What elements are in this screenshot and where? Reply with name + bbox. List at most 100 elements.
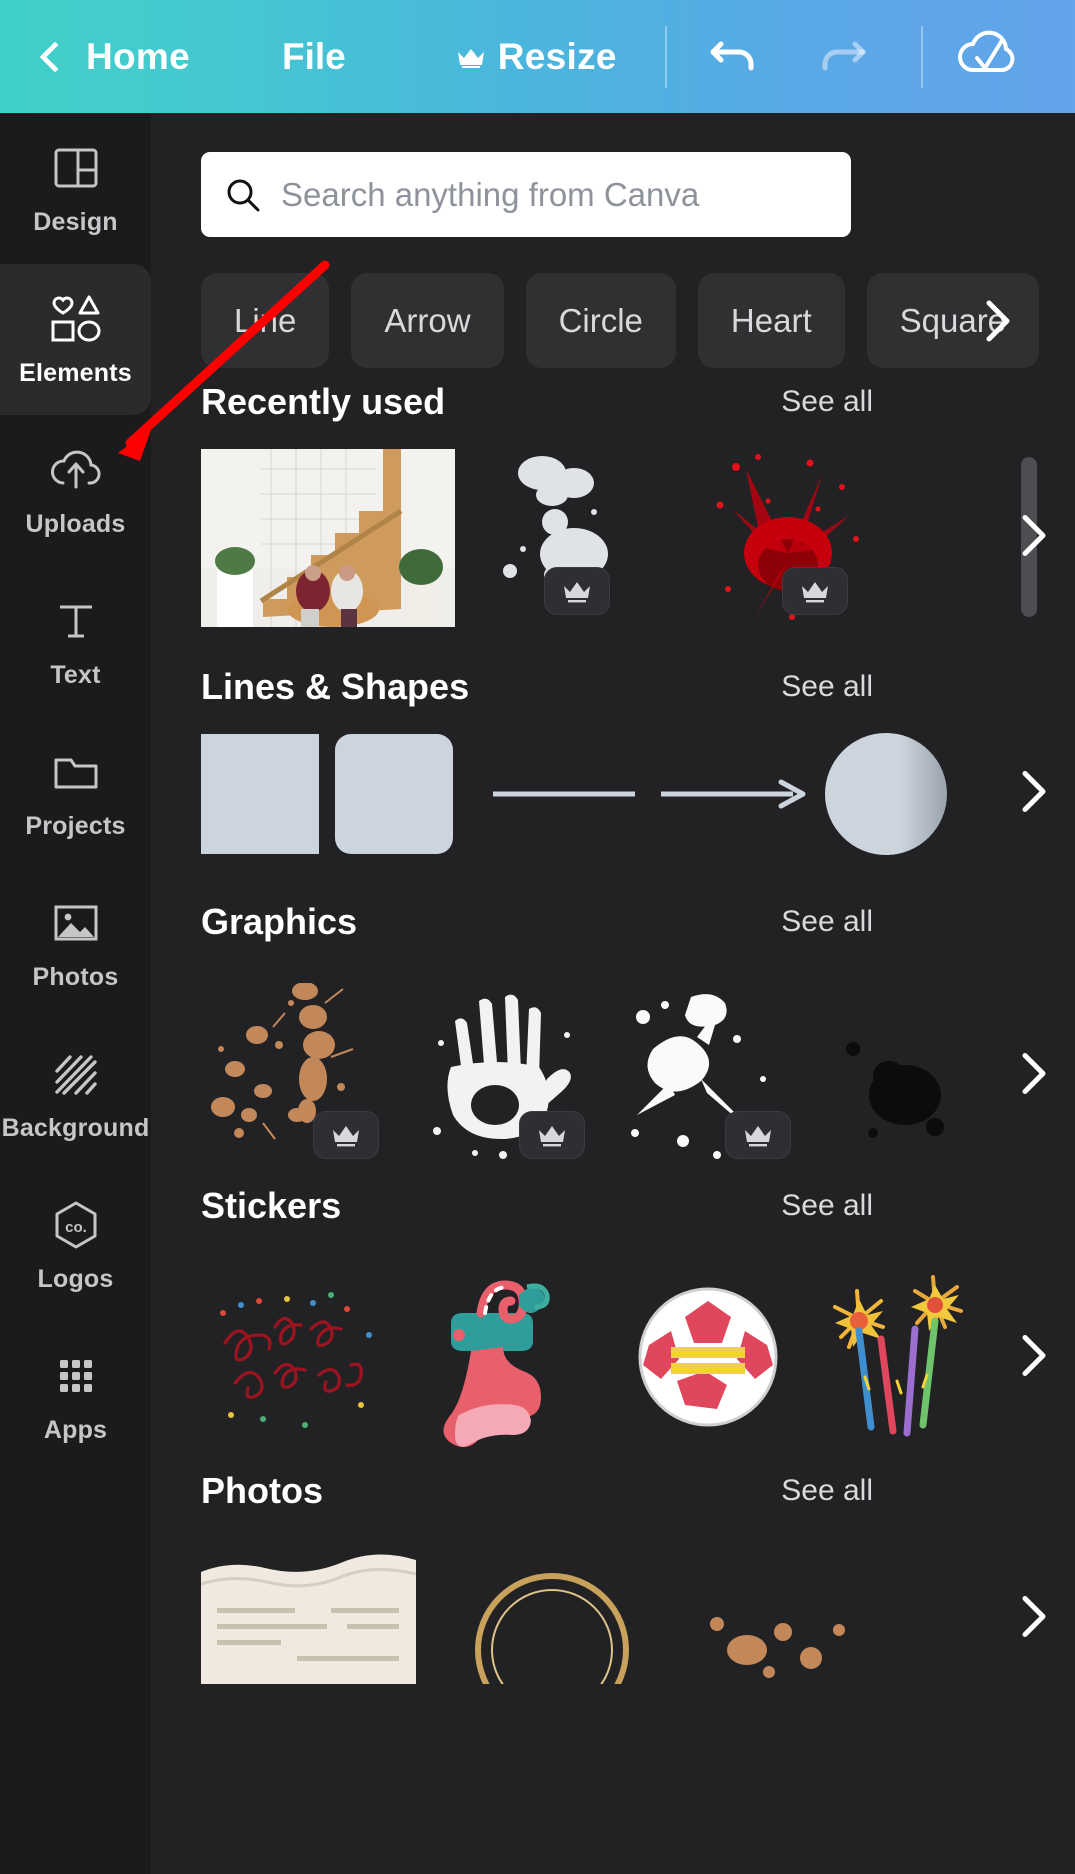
grid-dots-icon bbox=[54, 1348, 98, 1404]
section-stickers: Stickers See all bbox=[201, 1185, 1075, 1450]
quick-filter-chips: Line Arrow Circle Heart Square bbox=[201, 273, 1075, 368]
section-title: Stickers bbox=[201, 1185, 342, 1226]
sidebar-label-logos: Logos bbox=[37, 1265, 114, 1293]
chevron-right-icon bbox=[1022, 1052, 1046, 1094]
chevron-right-icon bbox=[1022, 771, 1046, 812]
file-menu-button[interactable]: File bbox=[282, 36, 346, 78]
sidebar-item-design[interactable]: Design bbox=[0, 113, 151, 264]
see-all-link-photos[interactable]: See all bbox=[781, 1474, 873, 1508]
chip-line[interactable]: Line bbox=[201, 273, 330, 368]
carousel-next-recently-used[interactable] bbox=[1015, 513, 1051, 564]
sidebar-item-text[interactable]: Text bbox=[0, 566, 151, 717]
chips-next-button[interactable] bbox=[977, 297, 1017, 350]
element-torn-paper-photo[interactable] bbox=[200, 1554, 417, 1684]
sidebar-item-uploads[interactable]: Uploads bbox=[0, 415, 151, 566]
premium-badge bbox=[544, 567, 610, 615]
element-white-handprint[interactable] bbox=[407, 983, 597, 1168]
sidebar-label-projects: Projects bbox=[25, 812, 126, 840]
section-title: Recently used bbox=[201, 381, 446, 422]
left-sidebar: Design Elements Uploads Text Projects Ph… bbox=[0, 113, 151, 1874]
chip-circle[interactable]: Circle bbox=[525, 273, 676, 368]
carousel-graphics[interactable] bbox=[201, 982, 1075, 1168]
element-splatter-photo[interactable] bbox=[687, 1554, 902, 1684]
see-all-link-recently-used[interactable]: See all bbox=[781, 385, 873, 419]
element-circle-shape[interactable] bbox=[825, 733, 947, 855]
section-header: Lines & Shapes See all bbox=[201, 666, 873, 708]
search-icon bbox=[227, 179, 260, 211]
carousel-next-photos[interactable] bbox=[1015, 1594, 1051, 1645]
sidebar-item-elements[interactable]: Elements bbox=[0, 264, 151, 415]
section-header: Photos See all bbox=[201, 1470, 873, 1512]
see-all-link-stickers[interactable]: See all bbox=[781, 1189, 873, 1223]
element-red-blood-splatter[interactable] bbox=[692, 449, 882, 627]
home-label: Home bbox=[86, 35, 190, 77]
section-header: Recently used See all bbox=[201, 381, 873, 423]
see-all-link-lines-shapes[interactable]: See all bbox=[781, 670, 873, 704]
hexagon-co-icon: co. bbox=[50, 1197, 102, 1253]
see-all-link-graphics[interactable]: See all bbox=[781, 905, 873, 939]
element-white-paint-splash[interactable] bbox=[613, 983, 803, 1168]
toolbar-divider bbox=[664, 25, 667, 88]
carousel-recently-used[interactable] bbox=[201, 449, 1075, 627]
element-fireworks[interactable] bbox=[819, 1265, 979, 1450]
element-tan-paint-splatter[interactable] bbox=[201, 982, 391, 1168]
search-input[interactable]: Search anything from Canva bbox=[201, 152, 851, 237]
element-square-shape[interactable] bbox=[201, 734, 319, 854]
redo-icon bbox=[822, 41, 866, 71]
cloud-upload-icon bbox=[49, 442, 103, 498]
sidebar-item-projects[interactable]: Projects bbox=[0, 717, 151, 868]
top-toolbar: Home File Resize bbox=[0, 0, 1075, 113]
home-button[interactable]: Home bbox=[39, 35, 190, 78]
chip-heart[interactable]: Heart bbox=[697, 273, 845, 368]
carousel-photos[interactable] bbox=[200, 1554, 1075, 1727]
svg-text:co.: co. bbox=[65, 1219, 87, 1236]
sidebar-item-photos[interactable]: Photos bbox=[0, 868, 151, 1019]
sidebar-item-apps[interactable]: Apps bbox=[0, 1321, 151, 1472]
shapes-icon bbox=[48, 291, 104, 347]
carousel-lines-shapes[interactable] bbox=[201, 733, 1075, 855]
element-christmas-stocking[interactable] bbox=[407, 1265, 597, 1450]
undo-button[interactable] bbox=[707, 28, 763, 85]
crown-icon bbox=[539, 1126, 565, 1147]
carousel-next-graphics[interactable] bbox=[1015, 1050, 1051, 1101]
element-rounded-square-shape[interactable] bbox=[335, 734, 453, 854]
text-t-icon bbox=[53, 593, 99, 649]
redo-button[interactable] bbox=[813, 28, 869, 85]
sidebar-label-photos: Photos bbox=[32, 963, 119, 991]
element-white-paint-splatter[interactable] bbox=[482, 449, 672, 627]
carousel-stickers[interactable] bbox=[201, 1265, 1075, 1450]
search-placeholder: Search anything from Canva bbox=[281, 175, 700, 213]
sidebar-label-apps: Apps bbox=[43, 1416, 108, 1444]
carousel-next-lines-shapes[interactable] bbox=[1015, 769, 1051, 820]
element-photo-staircase-interior[interactable] bbox=[201, 449, 455, 627]
element-line-shape[interactable] bbox=[489, 734, 639, 854]
crown-icon bbox=[457, 48, 484, 68]
carousel-next-stickers[interactable] bbox=[1015, 1332, 1051, 1383]
premium-badge bbox=[519, 1111, 585, 1159]
sidebar-label-elements: Elements bbox=[19, 359, 132, 387]
chevron-left-icon bbox=[39, 40, 71, 73]
sidebar-item-background[interactable]: Background bbox=[0, 1019, 151, 1170]
sidebar-item-logos[interactable]: co. Logos bbox=[0, 1170, 151, 1321]
sidebar-label-background: Background bbox=[1, 1114, 150, 1142]
premium-badge bbox=[725, 1111, 791, 1159]
cloud-check-icon bbox=[957, 30, 1015, 72]
chevron-right-icon bbox=[1022, 1596, 1046, 1637]
element-soccer-ball[interactable] bbox=[613, 1265, 803, 1450]
section-title: Photos bbox=[201, 1470, 323, 1511]
crown-icon bbox=[745, 1126, 771, 1147]
toolbar-divider-2 bbox=[920, 25, 923, 88]
element-black-ink-blot[interactable] bbox=[819, 983, 979, 1168]
chevron-right-icon bbox=[1022, 515, 1046, 556]
section-header: Stickers See all bbox=[201, 1185, 873, 1227]
diagonal-stripes-icon bbox=[52, 1046, 100, 1102]
element-arrow-shape[interactable] bbox=[657, 734, 807, 854]
cloud-save-button[interactable] bbox=[953, 24, 1019, 89]
element-happy-new-year-script[interactable] bbox=[201, 1265, 391, 1450]
elements-panel: Search anything from Canva Line Arrow Ci… bbox=[151, 113, 1075, 1874]
crown-icon bbox=[564, 582, 590, 603]
resize-button[interactable]: Resize bbox=[456, 36, 617, 78]
element-gold-circle-photo[interactable] bbox=[444, 1554, 659, 1727]
section-graphics: Graphics See all bbox=[201, 901, 1075, 1168]
chip-arrow[interactable]: Arrow bbox=[351, 273, 504, 368]
